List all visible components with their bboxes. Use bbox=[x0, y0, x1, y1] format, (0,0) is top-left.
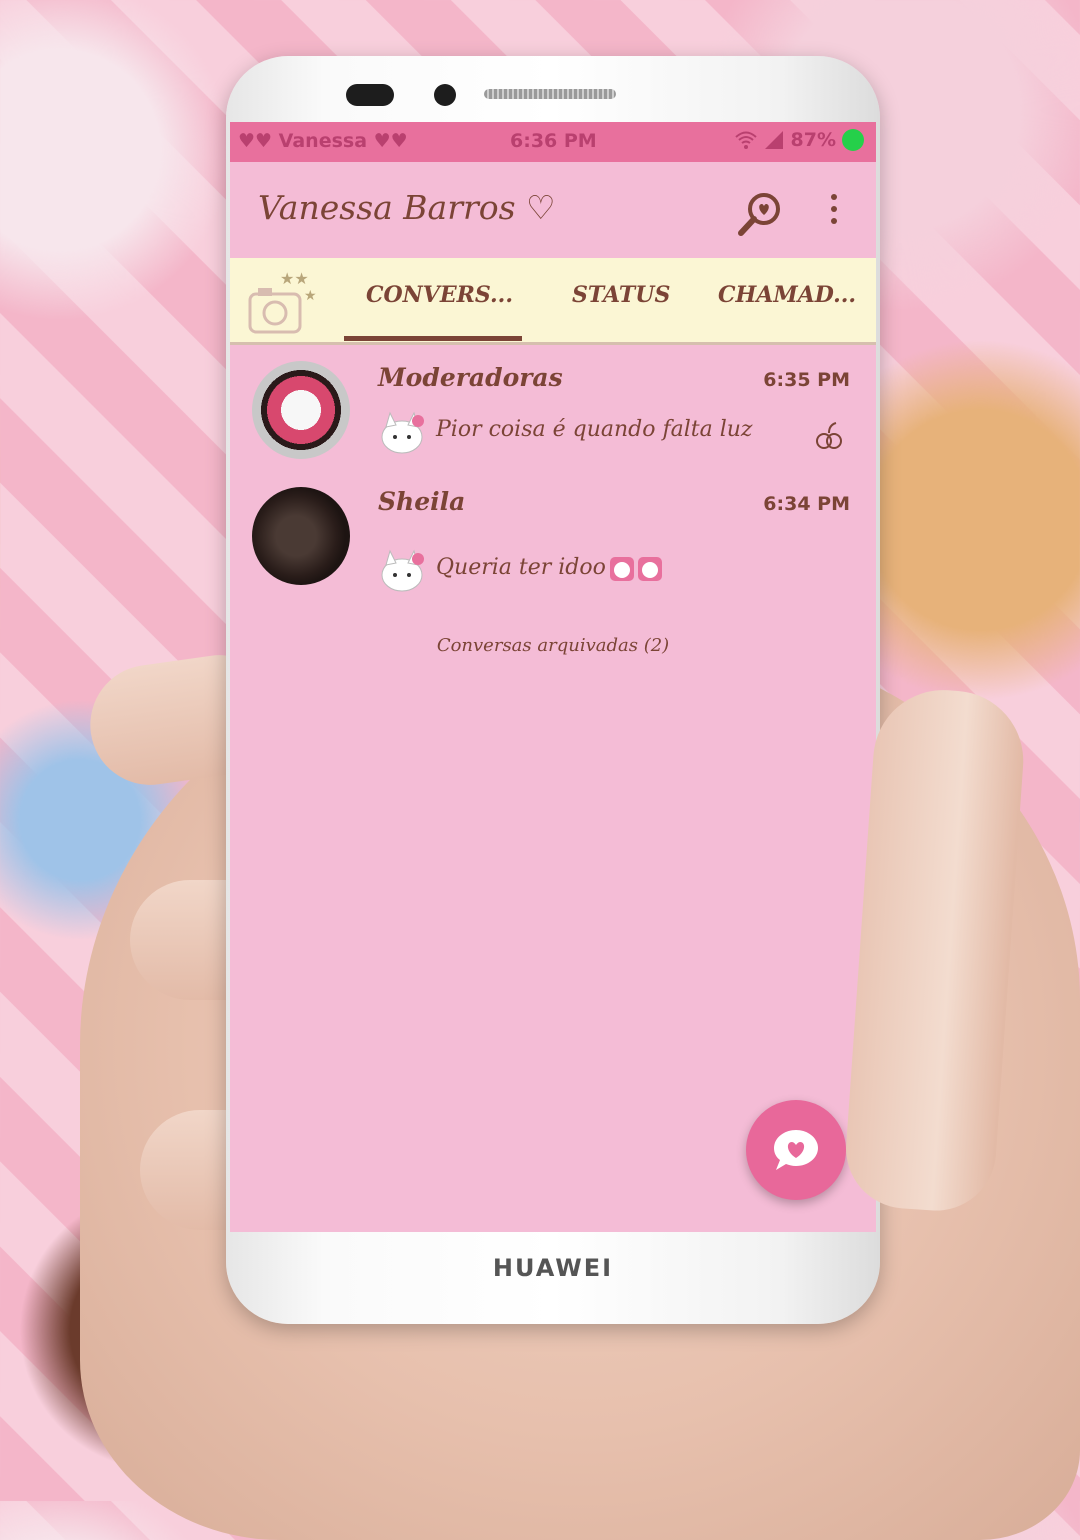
chat-row-sheila[interactable]: Sheila 6:34 PM Queria ter idoo bbox=[230, 479, 876, 603]
phone-screen: ♥♥ Vanessa ♥♥ 6:36 PM 87% Vanessa Barros… bbox=[230, 122, 876, 1232]
camera-icon[interactable]: ★★ ★ bbox=[244, 264, 330, 338]
avatar bbox=[252, 361, 350, 459]
wifi-icon bbox=[734, 131, 757, 149]
brand-logo: HUAWEI bbox=[492, 1254, 614, 1282]
app-title: Vanessa Barros ♡ bbox=[258, 188, 556, 227]
archived-chats-link[interactable]: Conversas arquivadas (2) bbox=[230, 635, 876, 656]
chat-name: Moderadoras bbox=[378, 363, 563, 392]
tab-status[interactable]: STATUS bbox=[572, 282, 670, 308]
chat-time: 6:35 PM bbox=[763, 369, 850, 391]
status-time: 6:36 PM bbox=[510, 130, 597, 152]
new-chat-button[interactable] bbox=[746, 1100, 846, 1200]
battery-percent: 87% bbox=[790, 129, 836, 151]
cat-sticker-icon bbox=[381, 549, 424, 592]
mute-icon bbox=[816, 422, 842, 449]
selected-tab-indicator bbox=[344, 336, 522, 341]
status-bar: ♥♥ Vanessa ♥♥ 6:36 PM 87% bbox=[230, 122, 876, 162]
kitty-emoji-icon bbox=[610, 557, 662, 581]
chat-message: Pior coisa é quando falta luz bbox=[436, 417, 753, 442]
phone-device: ♥♥ Vanessa ♥♥ 6:36 PM 87% Vanessa Barros… bbox=[226, 56, 880, 1324]
signal-icon bbox=[764, 131, 783, 149]
svg-text:★★: ★★ bbox=[280, 269, 309, 288]
avatar bbox=[252, 487, 350, 585]
search-icon[interactable] bbox=[736, 190, 784, 238]
app-bar: Vanessa Barros ♡ bbox=[230, 162, 876, 258]
chat-heart-icon bbox=[774, 1130, 818, 1170]
chat-row-moderadoras[interactable]: Moderadoras 6:35 PM Pior coisa é quando … bbox=[230, 355, 876, 479]
sensor bbox=[346, 84, 394, 106]
more-vert-icon[interactable] bbox=[828, 194, 840, 234]
earpiece-speaker bbox=[484, 89, 616, 99]
chat-time: 6:34 PM bbox=[763, 493, 850, 515]
cat-sticker-icon bbox=[381, 411, 424, 454]
carrier-label: ♥♥ Vanessa ♥♥ bbox=[238, 130, 408, 152]
tab-conversas[interactable]: CONVERS... bbox=[366, 282, 513, 308]
chat-message: Queria ter idoo bbox=[436, 555, 606, 580]
tab-bar: ★★ ★ CONVERS... STATUS CHAMAD... bbox=[230, 258, 876, 345]
status-icons: 87% bbox=[734, 129, 864, 151]
svg-text:★: ★ bbox=[304, 288, 317, 304]
tab-chamadas[interactable]: CHAMAD... bbox=[718, 282, 856, 308]
chat-name: Sheila bbox=[378, 487, 466, 516]
front-camera bbox=[434, 84, 456, 106]
battery-icon bbox=[842, 129, 864, 151]
